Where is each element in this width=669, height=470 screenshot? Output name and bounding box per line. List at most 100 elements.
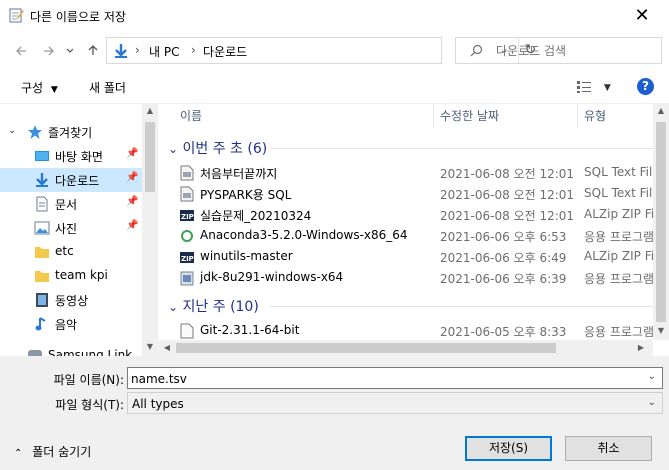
file-row[interactable]: ZIP 실습문제_20210324 2021-06-08 오전 12:01 AL… — [158, 204, 665, 225]
cancel-button[interactable]: 취소 — [565, 436, 652, 461]
pin-icon[interactable]: 📌 — [126, 172, 138, 183]
scroll-down-icon[interactable]: ▼ — [653, 326, 669, 335]
window-title: 다른 이름으로 저장 — [30, 10, 126, 24]
up-arrow-icon[interactable] — [86, 43, 100, 57]
breadcrumb-separator: › — [135, 43, 140, 57]
scroll-right-icon[interactable]: ▶ — [636, 343, 646, 352]
sidebar-item-quick-access[interactable]: ⌄ 즐겨찾기 — [0, 120, 142, 144]
file-list-scrollbar[interactable]: ▲ ▼ — [653, 104, 669, 340]
column-divider[interactable] — [577, 104, 578, 128]
navigation-bar: › 내 PC › 다운로드 ⌄ ↻ — [0, 32, 669, 70]
file-date: 2021-06-08 오전 12:01 — [440, 188, 575, 202]
file-row[interactable]: ZIP winutils-master 2021-06-06 오후 6:49 A… — [158, 246, 665, 267]
search-box[interactable] — [455, 37, 662, 64]
group-header-last-week[interactable]: ⌄ 지난 주 (10) — [168, 296, 259, 316]
pin-icon[interactable]: 📌 — [126, 148, 138, 159]
breadcrumb-this-pc[interactable]: 내 PC — [149, 43, 179, 60]
title-bar: 다른 이름으로 저장 ✕ — [0, 0, 669, 32]
java-installer-icon — [180, 271, 194, 286]
file-row[interactable]: Anaconda3-5.2.0-Windows-x86_64 2021-06-0… — [158, 225, 658, 246]
hide-folders-toggle[interactable]: ⌃ 폴더 숨기기 — [14, 443, 91, 460]
filetype-select[interactable]: All types ⌄ — [127, 392, 663, 414]
organize-menu[interactable]: 구성 ▼ — [21, 79, 58, 96]
group-header-this-week[interactable]: ⌄ 이번 주 초 (6) — [168, 138, 267, 158]
back-arrow-icon[interactable] — [14, 44, 28, 58]
file-date: 2021-06-06 오후 6:39 — [440, 272, 567, 286]
sidebar-item-label: 음악 — [55, 318, 78, 332]
filetype-label: 파일 형식(T): — [55, 398, 124, 412]
zip-file-icon: ZIP — [180, 210, 194, 221]
sidebar-item-label: 동영상 — [55, 294, 89, 308]
file-date: 2021-06-06 오후 6:53 — [440, 230, 567, 244]
filename-field[interactable]: ⌄ — [127, 367, 663, 389]
search-input[interactable] — [496, 41, 656, 60]
pin-icon[interactable]: 📌 — [126, 196, 138, 207]
file-type: 응용 프로그램 — [584, 230, 655, 244]
forward-arrow-icon[interactable] — [42, 44, 56, 58]
file-row[interactable]: PYSPARK용 SQL 2021-06-08 오전 12:01 SQL Tex… — [158, 183, 660, 204]
group-divider — [270, 306, 658, 307]
file-row[interactable]: 처음부터끝까지 2021-06-08 오전 12:01 SQL Text Fil… — [158, 162, 660, 183]
chevron-down-icon[interactable]: ⌄ — [8, 125, 16, 136]
file-row[interactable]: jdk-8u291-windows-x64 2021-06-06 오후 6:39… — [158, 267, 658, 288]
breadcrumb-separator: › — [191, 43, 196, 57]
breadcrumb-downloads[interactable]: 다운로드 — [203, 43, 247, 60]
sidebar-item-etc[interactable]: etc — [0, 240, 142, 264]
file-name: jdk-8u291-windows-x64 — [200, 270, 344, 284]
file-name: winutils-master — [200, 249, 293, 263]
scrollbar-thumb[interactable] — [656, 122, 666, 322]
folder-icon — [35, 271, 49, 282]
address-bar[interactable]: › 내 PC › 다운로드 ⌄ ↻ — [106, 37, 536, 64]
view-options-button[interactable]: ▼ — [576, 79, 611, 94]
organize-label: 구성 — [21, 81, 44, 95]
file-list: ⌃ 이름 수정한 날짜 유형 ⌄ 이번 주 초 (6) 처음부터끝까지 2021… — [158, 104, 669, 356]
sidebar-item-samsung-link[interactable]: Samsung Link — [0, 344, 142, 356]
column-divider[interactable] — [433, 104, 434, 128]
help-button[interactable]: ? — [637, 78, 654, 95]
filename-label: 파일 이름(N): — [53, 373, 124, 387]
filename-input[interactable] — [131, 370, 631, 388]
column-header-modified[interactable]: 수정한 날짜 — [440, 107, 499, 124]
new-folder-button[interactable]: 새 폴더 — [89, 79, 126, 96]
download-folder-icon — [115, 44, 127, 58]
column-header-name[interactable]: 이름 — [180, 107, 202, 124]
group-divider — [270, 148, 658, 149]
group-title: 지난 주 — [182, 299, 226, 315]
scroll-left-icon[interactable]: ◀ — [162, 343, 172, 352]
scroll-down-icon[interactable]: ▼ — [142, 342, 158, 351]
sidebar-item-videos[interactable]: 동영상 — [0, 288, 142, 312]
file-name: PYSPARK용 SQL — [200, 188, 292, 202]
scrollbar-thumb[interactable] — [176, 343, 556, 353]
sidebar-item-team-kpi[interactable]: team kpi — [0, 264, 142, 288]
sidebar-item-pictures[interactable]: 사진 📌 — [0, 216, 142, 240]
file-list-horizontal-scrollbar[interactable]: ◀ ▶ — [158, 340, 653, 356]
navigation-scrollbar[interactable]: ▲ ▼ — [142, 104, 158, 356]
chevron-down-icon[interactable] — [66, 47, 74, 55]
scrollbar-thumb[interactable] — [145, 122, 155, 192]
sidebar-item-desktop[interactable]: 바탕 화면 📌 — [0, 144, 142, 168]
file-date: 2021-06-06 오후 6:49 — [440, 251, 567, 265]
samsung-link-icon — [28, 350, 42, 356]
desktop-icon — [35, 151, 49, 161]
scroll-up-icon[interactable]: ▲ — [142, 106, 158, 115]
chevron-down-icon: ⌄ — [168, 300, 179, 314]
sidebar-item-documents[interactable]: 문서 📌 — [0, 192, 142, 216]
chevron-down-icon[interactable]: ⌄ — [648, 371, 656, 382]
git-installer-icon — [180, 323, 194, 339]
save-button[interactable]: 저장(S) — [465, 436, 552, 461]
pin-icon[interactable]: 📌 — [126, 220, 138, 231]
anaconda-icon — [181, 230, 193, 242]
sidebar-item-music[interactable]: 음악 — [0, 312, 142, 336]
details-view-icon — [577, 80, 591, 93]
scroll-up-icon[interactable]: ▲ — [653, 106, 669, 115]
zip-file-icon: ZIP — [180, 252, 194, 263]
column-header-type[interactable]: 유형 — [584, 107, 606, 124]
file-row[interactable]: Git-2.31.1-64-bit 2021-06-05 오후 8:33 응용 … — [158, 320, 658, 341]
sidebar-item-downloads[interactable]: 다운로드 📌 — [0, 168, 142, 192]
chevron-up-icon: ⌃ — [14, 448, 23, 459]
group-count: (10) — [230, 299, 259, 315]
close-button[interactable]: ✕ — [624, 4, 660, 28]
navigation-pane: ⌄ 즐겨찾기 바탕 화면 📌 다운로드 📌 문서 📌 사진 📌 etc team… — [0, 104, 158, 356]
sidebar-item-label: 바탕 화면 — [55, 150, 103, 164]
chevron-down-icon: ▼ — [603, 83, 611, 93]
